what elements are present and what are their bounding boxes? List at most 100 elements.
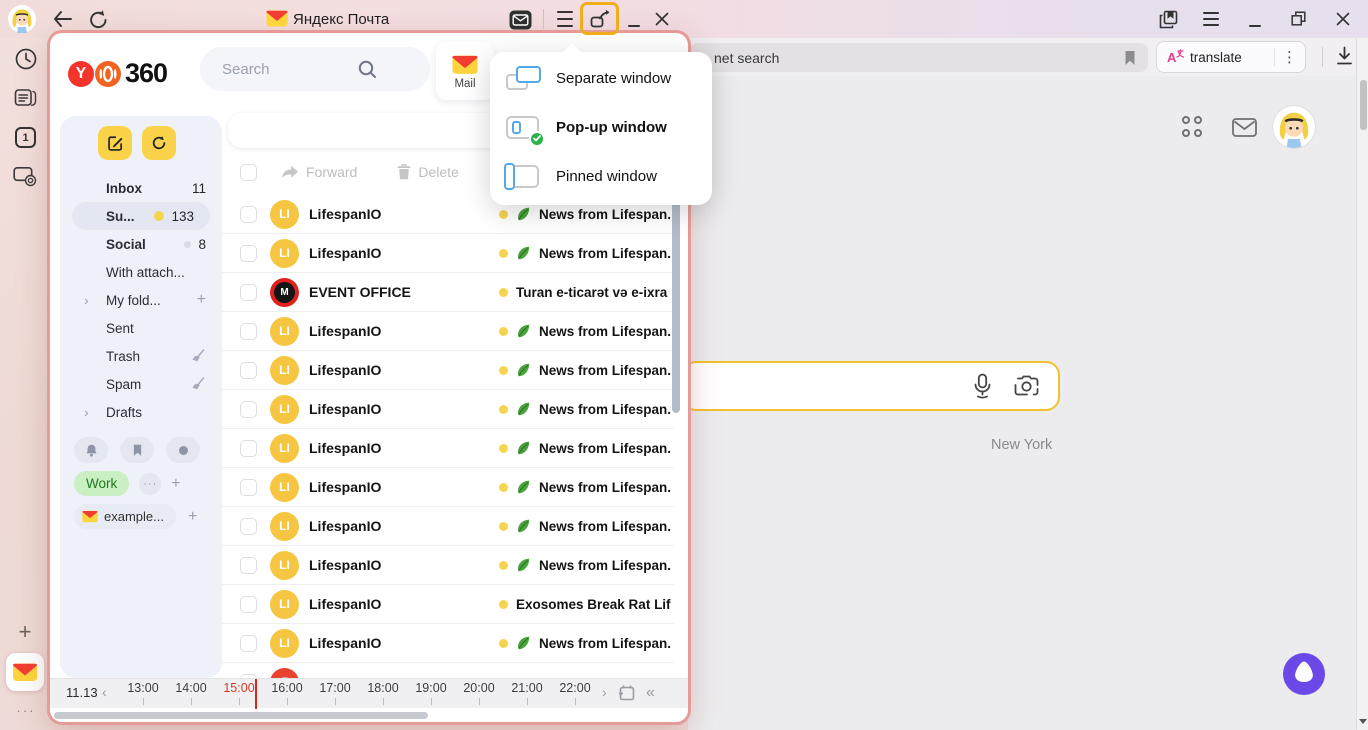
account-pill[interactable]: example... — [74, 504, 176, 529]
message-row[interactable]: LI LifespanIO News from Lifespan. — [222, 507, 674, 546]
window-mode-button[interactable] — [580, 2, 619, 35]
minimize-button[interactable] — [627, 24, 641, 28]
label-work[interactable]: Work — [74, 471, 129, 496]
folder-item[interactable]: Su... 133 — [72, 202, 210, 230]
page-scrollbar[interactable] — [1356, 38, 1368, 730]
screenshot-icon[interactable] — [13, 166, 38, 187]
folder-item[interactable]: Trash — [60, 342, 222, 370]
add-account-icon[interactable]: + — [188, 508, 197, 526]
message-checkbox[interactable] — [240, 479, 257, 496]
message-row[interactable]: LI LifespanIO News from Lifespan. — [222, 390, 674, 429]
downloads-button[interactable] — [1334, 44, 1354, 68]
window-menu-button[interactable] — [556, 11, 574, 27]
message-checkbox[interactable] — [240, 401, 257, 418]
label-more-button[interactable]: ··· — [139, 473, 161, 495]
dot-filter[interactable] — [166, 437, 200, 463]
message-checkbox[interactable] — [240, 557, 257, 574]
list-scrollbar-thumb[interactable] — [672, 183, 680, 413]
add-label-icon[interactable]: + — [171, 475, 180, 493]
image-search-icon[interactable] — [1013, 374, 1040, 398]
compose-button[interactable] — [98, 126, 132, 160]
message-row[interactable]: LI LifespanIO News from Lifespan. — [222, 429, 674, 468]
user-avatar[interactable] — [1273, 106, 1315, 148]
translate-button[interactable]: A translate ⋮ — [1156, 41, 1306, 73]
message-checkbox[interactable] — [240, 206, 257, 223]
back-button[interactable] — [52, 9, 72, 29]
more-options-icon[interactable]: ··· — [12, 703, 40, 717]
select-all-checkbox[interactable] — [240, 164, 257, 181]
mail-app-icon[interactable] — [6, 653, 44, 691]
delete-button[interactable]: Delete — [397, 164, 458, 180]
location-label[interactable]: New York — [991, 437, 1052, 453]
close-button[interactable] — [654, 11, 669, 26]
clear-folder-icon[interactable] — [190, 377, 206, 392]
message-checkbox[interactable] — [240, 635, 257, 652]
voice-search-icon[interactable] — [972, 373, 993, 399]
message-checkbox[interactable] — [240, 440, 257, 457]
message-row[interactable]: LI LifespanIO Exosomes Break Rat Lif — [222, 585, 674, 624]
history-icon[interactable] — [14, 47, 37, 70]
refresh-button[interactable] — [88, 8, 108, 30]
profile-avatar[interactable] — [8, 5, 36, 33]
scroll-down-arrow[interactable] — [1359, 719, 1367, 724]
mail-panel-icon[interactable] — [508, 9, 532, 30]
message-checkbox[interactable] — [240, 362, 257, 379]
browser-close-button[interactable] — [1335, 11, 1350, 26]
address-text[interactable]: net search — [714, 50, 1124, 66]
translate-options-icon[interactable]: ⋮ — [1282, 48, 1297, 66]
services-grid-icon[interactable] — [1182, 116, 1203, 137]
menu-item-popup-window[interactable]: Pop-up window — [490, 103, 712, 152]
message-checkbox[interactable] — [240, 284, 257, 301]
search-box[interactable] — [682, 361, 1060, 411]
chevron-right-icon[interactable]: › — [84, 292, 89, 308]
horizontal-scrollbar-thumb[interactable] — [54, 712, 428, 719]
bookmarks-filter[interactable] — [120, 437, 154, 463]
message-row[interactable]: LI LifespanIO News from Lifespan. — [222, 624, 674, 663]
clear-folder-icon[interactable] — [190, 349, 206, 364]
add-panel-icon[interactable]: + — [15, 621, 35, 643]
message-checkbox[interactable] — [240, 323, 257, 340]
mail-shortcut-icon[interactable] — [1231, 117, 1257, 137]
message-row[interactable]: Я — [222, 663, 674, 679]
message-row[interactable]: LI LifespanIO News from Lifespan. — [222, 312, 674, 351]
message-row[interactable]: LI LifespanIO News from Lifespan. — [222, 468, 674, 507]
mail-search-input[interactable] — [222, 47, 352, 91]
message-checkbox[interactable] — [240, 245, 257, 262]
menu-item-separate-window[interactable]: Separate window — [490, 54, 712, 103]
browser-menu-button[interactable] — [1202, 12, 1220, 26]
notifications-filter[interactable] — [74, 437, 108, 463]
chevron-right-icon[interactable]: › — [84, 404, 89, 420]
timeline-next-icon[interactable]: › — [602, 684, 607, 700]
message-checkbox[interactable] — [240, 596, 257, 613]
message-row[interactable]: LI LifespanIO News from Lifespan. — [222, 234, 674, 273]
folder-item[interactable]: With attach... — [60, 258, 222, 286]
folder-item[interactable]: Sent — [60, 314, 222, 342]
browser-restore-button[interactable] — [1290, 10, 1306, 26]
message-checkbox[interactable] — [240, 518, 257, 535]
message-row[interactable]: LI LifespanIO News from Lifespan. — [222, 546, 674, 585]
add-folder-icon[interactable]: + — [197, 291, 206, 309]
message-row[interactable]: LI LifespanIO News from Lifespan. — [222, 351, 674, 390]
tabs-counter-icon[interactable]: 1 — [15, 127, 36, 148]
timeline-prev-icon[interactable]: ‹ — [102, 684, 107, 700]
feed-icon[interactable] — [14, 87, 37, 108]
add-event-icon[interactable] — [618, 684, 636, 702]
folder-item[interactable]: › Drafts — [60, 398, 222, 426]
forward-button[interactable]: Forward — [281, 164, 357, 180]
browser-minimize-button[interactable] — [1248, 24, 1262, 28]
collapse-timeline-icon[interactable]: « — [646, 684, 655, 702]
folder-item[interactable]: Spam — [60, 370, 222, 398]
mail-search[interactable] — [200, 47, 430, 91]
mail-tab[interactable]: Mail — [436, 42, 494, 100]
message-row[interactable]: M EVENT OFFICE Turan e-ticarət və e-ixra — [222, 273, 674, 312]
bookmark-icon[interactable] — [1124, 50, 1136, 66]
bookmarks-panel-icon[interactable] — [1157, 8, 1179, 30]
address-bar[interactable]: net search — [690, 43, 1148, 72]
folder-item[interactable]: › My fold... + — [60, 286, 222, 314]
scrollbar-thumb[interactable] — [1360, 80, 1367, 130]
refresh-mail-button[interactable] — [142, 126, 176, 160]
folder-item[interactable]: Social 8 — [60, 230, 222, 258]
mail-360-logo[interactable]: Y 360 — [68, 58, 167, 89]
menu-item-pinned-window[interactable]: Pinned window — [490, 152, 712, 201]
folder-item[interactable]: Inbox 11 — [60, 174, 222, 202]
